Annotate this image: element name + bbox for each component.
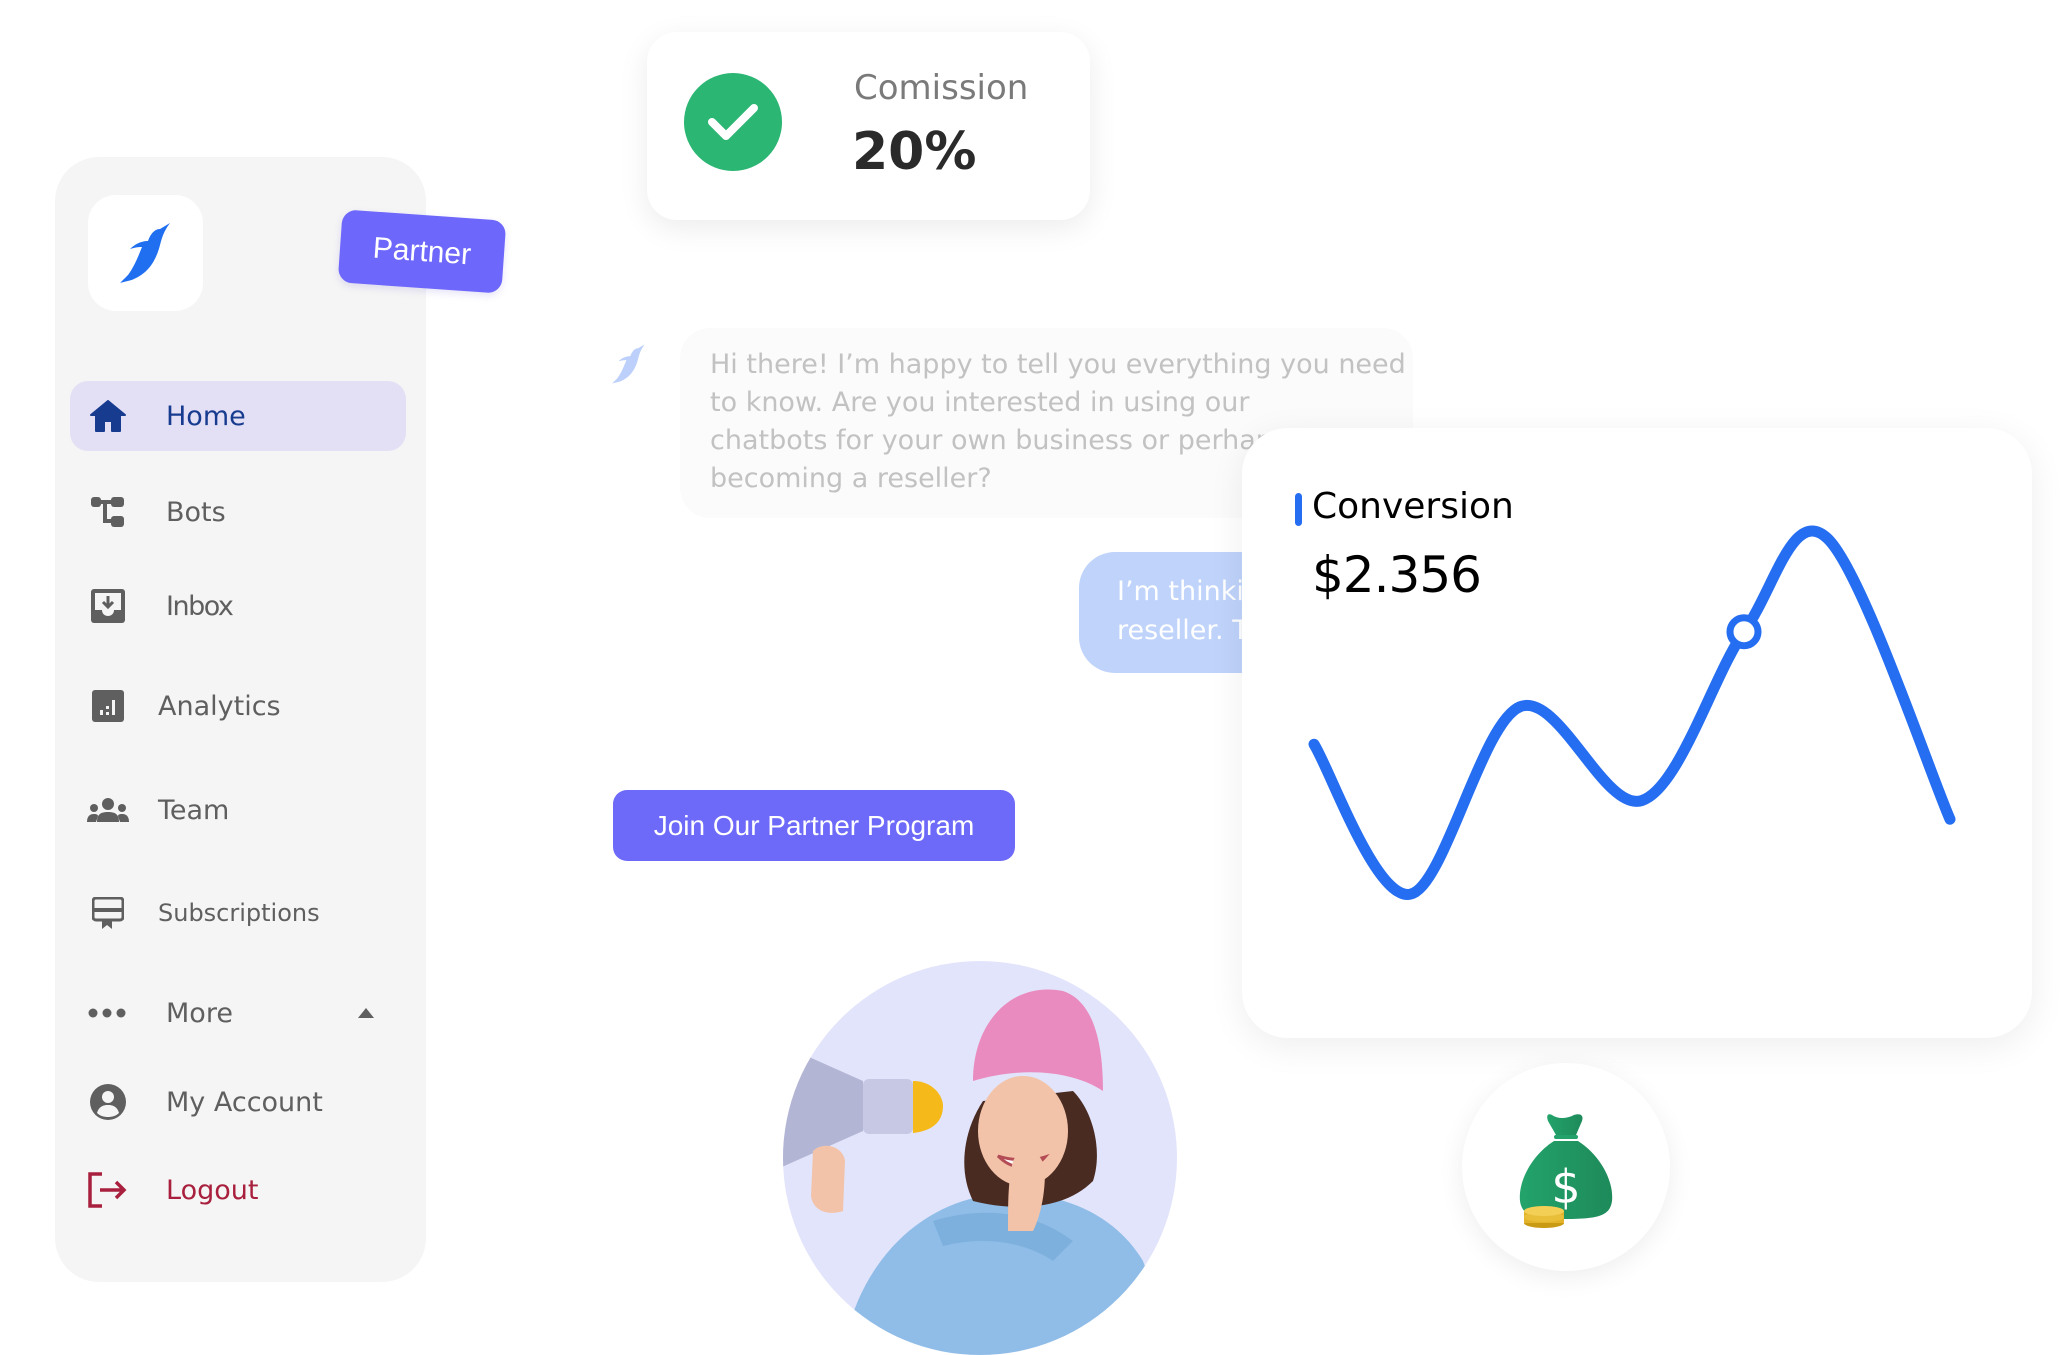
penguin-logo-icon [119,223,170,283]
sidebar-item-label: My Account [166,1086,323,1118]
commission-value: 20% [852,122,977,182]
conversion-series-line [1308,525,1956,900]
app-logo[interactable] [88,195,203,311]
team-icon [86,790,130,830]
woman-megaphone-illustration [783,989,1177,1355]
sidebar-item-label: Bots [166,496,226,528]
dollar-sign-icon: $ [1551,1160,1580,1214]
coins-icon [1524,1206,1564,1228]
sidebar-item-label: Logout [166,1174,259,1206]
account-icon [88,1082,128,1122]
sidebar-item-label: More [166,997,233,1029]
inbox-icon [88,586,128,626]
sidebar: Home Bots Inbox Analytics Team Subscript… [55,157,426,1282]
chevron-up-icon[interactable] [358,1008,374,1018]
conversion-line-chart [1308,525,1956,900]
subscriptions-icon [88,893,128,933]
sidebar-item-subscriptions[interactable]: Subscriptions [70,878,406,948]
sidebar-item-logout[interactable]: Logout [70,1155,406,1225]
bot-avatar-icon [612,344,645,384]
join-partner-program-button[interactable]: Join Our Partner Program [613,790,1015,861]
bots-flow-icon [88,492,128,532]
commission-card: Comission 20% [647,32,1090,220]
highlight-point-marker[interactable] [1726,614,1762,650]
money-bag-badge: $ [1462,1063,1670,1271]
sidebar-item-bots[interactable]: Bots [70,477,406,547]
partner-badge: Partner [337,209,507,294]
sidebar-item-inbox[interactable]: Inbox [70,571,406,641]
sidebar-item-label: Home [166,400,246,432]
sidebar-item-my-account[interactable]: My Account [70,1067,406,1137]
sidebar-item-label: Inbox [166,590,234,622]
money-bag-icon: $ [1519,1114,1613,1228]
sidebar-item-team[interactable]: Team [70,775,406,845]
hero-image-woman-megaphone [783,961,1177,1355]
sidebar-item-label: Analytics [158,690,281,722]
sidebar-item-label: Subscriptions [158,899,320,927]
sidebar-item-more[interactable]: More [70,978,406,1048]
logout-icon [88,1170,128,1210]
analytics-icon [88,686,128,726]
home-icon [88,396,128,436]
check-circle-icon [684,73,782,171]
commission-label: Comission [854,68,1029,108]
sidebar-item-analytics[interactable]: Analytics [70,671,406,741]
sidebar-item-label: Team [158,794,230,826]
more-dots-icon [86,993,130,1033]
conversion-card: Conversion $2.356 [1242,428,2032,1038]
sidebar-item-home[interactable]: Home [70,381,406,451]
